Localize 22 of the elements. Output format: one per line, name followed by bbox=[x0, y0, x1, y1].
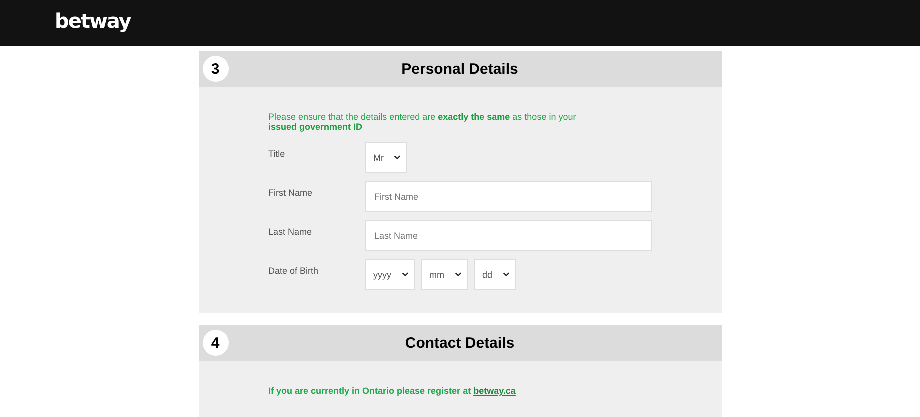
select-field[interactable]: mm bbox=[420, 259, 468, 290]
field-label: Date of Birth bbox=[268, 266, 320, 276]
text-field[interactable]: Last Name bbox=[364, 220, 652, 251]
select-field[interactable]: yyyy bbox=[364, 259, 414, 290]
section-title: Personal Details bbox=[402, 60, 518, 78]
field-label: First Name bbox=[268, 188, 314, 198]
field-label: Title bbox=[268, 148, 286, 158]
info-text: Please ensure that the details entered are exactly the same as those in your issued government ID bbox=[268, 112, 578, 132]
text-field[interactable]: First Name bbox=[364, 181, 652, 212]
chevron-icon bbox=[394, 155, 401, 160]
step-number: 3 bbox=[202, 56, 228, 82]
step-number: 4 bbox=[202, 330, 228, 356]
notice-text: If you are currently in Ontario please register at betway.ca bbox=[268, 386, 517, 396]
register-link[interactable]: betway.ca bbox=[474, 386, 516, 396]
select-field[interactable]: Mr bbox=[364, 142, 407, 173]
logo[interactable]: betway bbox=[55, 9, 131, 33]
field-label: Last Name bbox=[268, 226, 314, 236]
chevron-icon bbox=[402, 272, 408, 277]
section-title: Contact Details bbox=[405, 334, 515, 352]
chevron-icon bbox=[454, 272, 462, 277]
chevron-icon bbox=[502, 272, 510, 277]
select-field[interactable]: dd bbox=[474, 259, 516, 290]
